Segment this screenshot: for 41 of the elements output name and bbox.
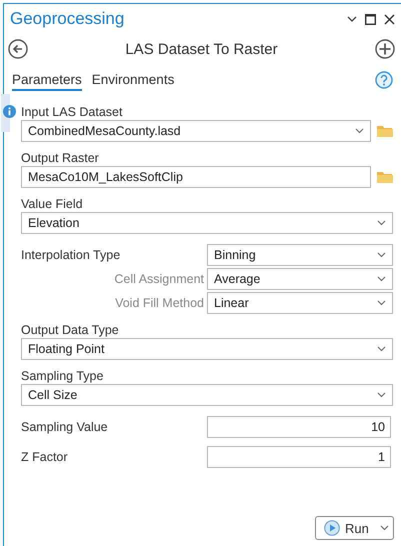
tool-title: LAS Dataset To Raster [124,40,279,58]
back-icon[interactable] [8,39,28,59]
dropdown[interactable]: Average [207,268,393,290]
parameter-label: Value Field [21,196,84,212]
chevron-down-icon[interactable] [347,16,357,22]
tab[interactable]: Parameters [12,70,82,90]
chevron-down-icon[interactable] [377,220,386,226]
chevron-down-icon[interactable] [377,346,386,352]
parameter-label: Output Data Type [21,322,120,338]
play-icon [324,520,340,536]
dropdown[interactable]: Cell Size [21,384,393,406]
chevron-down-icon[interactable] [377,252,386,258]
parameter-label: Void Fill Method [114,296,205,310]
chevron-down-icon[interactable] [380,525,389,531]
parameter-label: Interpolation Type [21,248,122,262]
dropdown[interactable]: CombinedMesaCounty.lasd [21,120,371,142]
chevron-down-icon[interactable] [355,128,364,134]
close-icon[interactable] [384,14,395,24]
number-field[interactable]: 1 [207,446,391,468]
dropdown[interactable]: Elevation [21,212,393,234]
dropdown[interactable]: Floating Point [21,338,393,360]
number-field[interactable]: 10 [207,416,391,438]
add-icon[interactable] [375,39,395,59]
parameter-label: Input LAS Dataset [21,104,124,120]
parameter-label: Sampling Type [21,368,104,384]
parameter-label: Cell Assignment [113,272,205,286]
parameter-label: Output Raster [21,150,100,166]
dropdown[interactable]: Linear [207,292,393,314]
maximize-icon[interactable] [365,14,376,24]
chevron-down-icon[interactable] [377,276,386,282]
parameter-label: Sampling Value [21,420,109,434]
text-field[interactable]: MesaCo10M_LakesSoftClip [21,166,371,188]
dropdown[interactable]: Binning [207,244,393,266]
parameter-label: Z Factor [21,450,69,464]
chevron-down-icon[interactable] [377,392,386,398]
tab[interactable]: Environments [92,70,174,90]
run-button[interactable]: Run [315,516,394,540]
pane-title: Geoprocessing [10,9,126,29]
chevron-down-icon[interactable] [377,300,386,306]
help-icon[interactable] [375,71,393,89]
info-icon[interactable] [3,105,16,118]
